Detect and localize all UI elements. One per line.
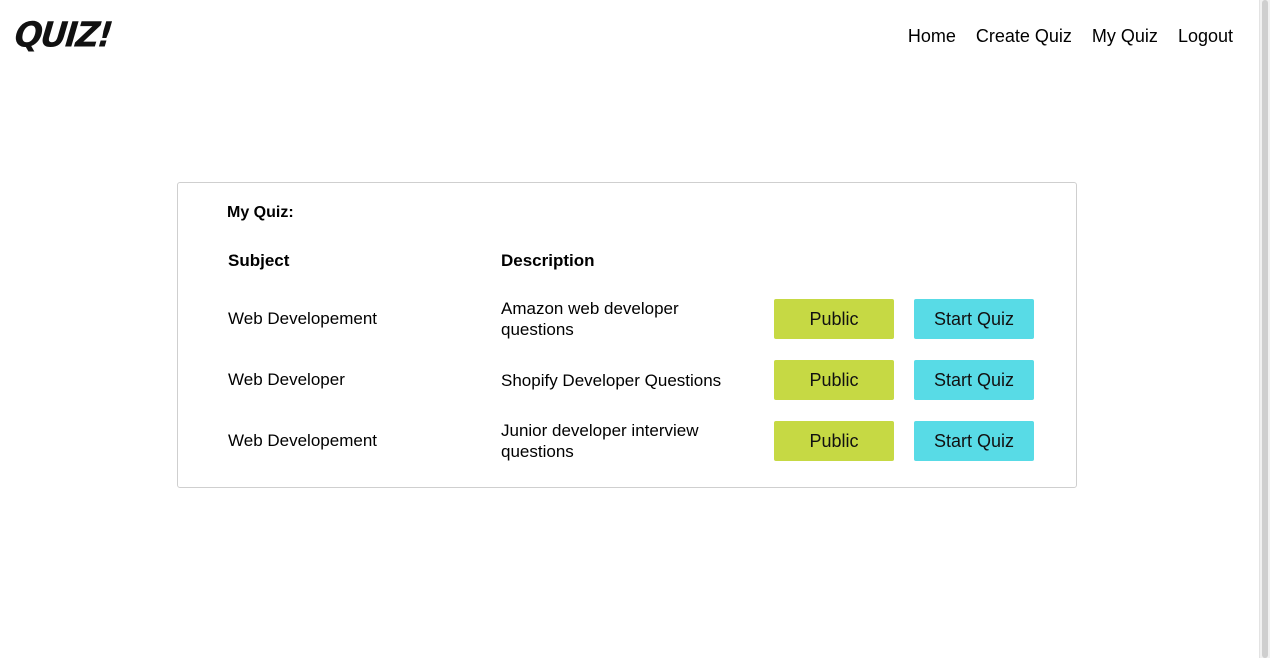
- page: QUIZ! Home Create Quiz My Quiz Logout My…: [0, 0, 1270, 658]
- nav-logout-link[interactable]: Logout: [1178, 25, 1233, 47]
- public-toggle-button[interactable]: Public: [774, 421, 894, 461]
- start-quiz-button[interactable]: Start Quiz: [914, 299, 1034, 339]
- quiz-row: Web Developement Junior developer interv…: [178, 419, 1076, 463]
- top-nav: Home Create Quiz My Quiz Logout: [908, 25, 1233, 47]
- quiz-row: Web Developement Amazon web developer qu…: [178, 297, 1076, 341]
- vertical-scrollbar[interactable]: [1259, 0, 1270, 658]
- column-header-subject: Subject: [228, 251, 290, 270]
- column-header-description: Description: [501, 251, 595, 270]
- start-quiz-button[interactable]: Start Quiz: [914, 360, 1034, 400]
- panel-title: My Quiz:: [227, 204, 294, 221]
- public-toggle-button[interactable]: Public: [774, 360, 894, 400]
- scrollbar-thumb[interactable]: [1262, 0, 1268, 658]
- nav-create-quiz-link[interactable]: Create Quiz: [976, 25, 1072, 47]
- quiz-description: Amazon web developer questions: [501, 299, 679, 339]
- start-quiz-button[interactable]: Start Quiz: [914, 421, 1034, 461]
- quiz-subject: Web Developement: [228, 431, 377, 450]
- nav-home-link[interactable]: Home: [908, 25, 956, 47]
- my-quiz-panel: My Quiz: Subject Description Web Develop…: [177, 182, 1077, 488]
- quiz-subject: Web Developement: [228, 309, 377, 328]
- public-toggle-button[interactable]: Public: [774, 299, 894, 339]
- quiz-row: Web Developer Shopify Developer Question…: [178, 358, 1076, 402]
- nav-my-quiz-link[interactable]: My Quiz: [1092, 25, 1158, 47]
- quiz-description: Junior developer interview questions: [501, 421, 699, 461]
- quiz-subject: Web Developer: [228, 370, 345, 389]
- quiz-logo[interactable]: QUIZ!: [13, 14, 113, 56]
- quiz-description: Shopify Developer Questions: [501, 370, 722, 390]
